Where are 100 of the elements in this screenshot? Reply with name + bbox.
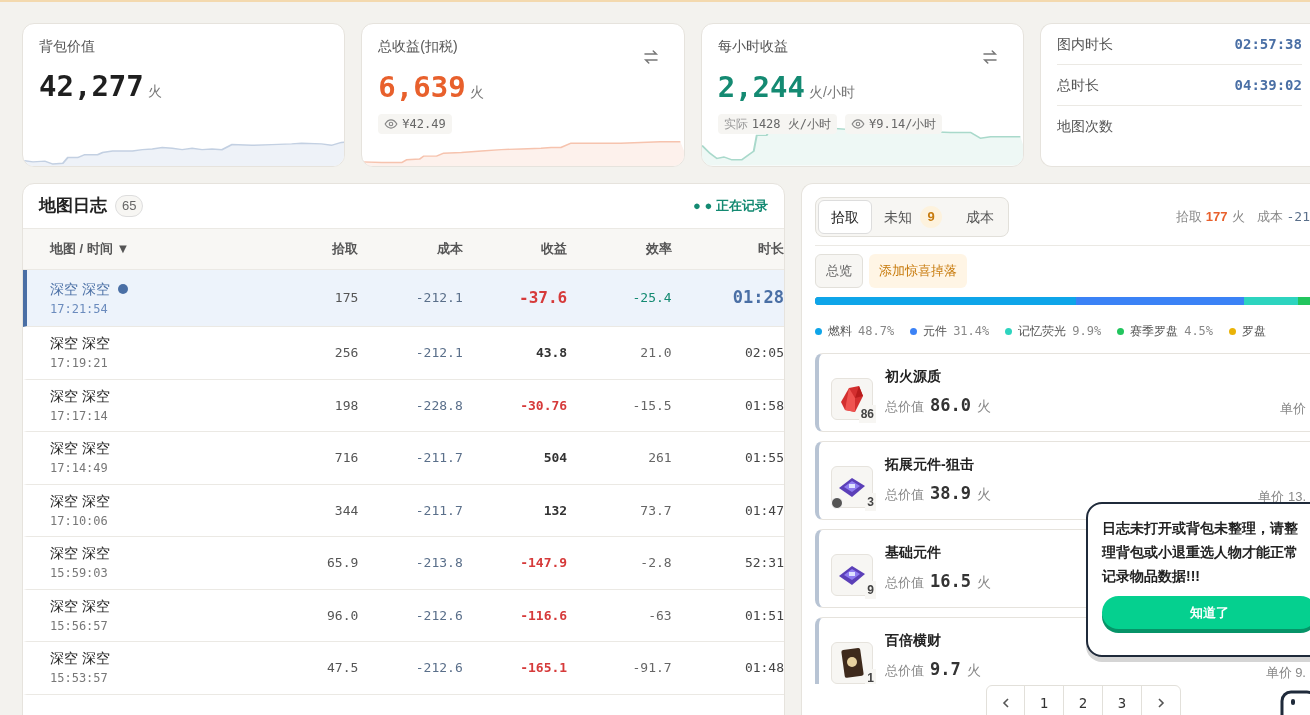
legend-label: 记忆荧光 [1018, 323, 1067, 340]
table-cell-text: 65.9 [326, 554, 359, 572]
unit-label: 火 [147, 82, 162, 101]
map-name: 深空 深空 [50, 386, 110, 406]
log-row[interactable]: 深空 深空 17:21:54 175 -212.1 -37.6 -25.4 01:28 [23, 270, 784, 327]
map-name: 深空 深空 [50, 334, 110, 354]
chip-text: ¥9.14/小时 [869, 115, 937, 133]
table-cell-text: 504 [542, 449, 568, 467]
swap-icon[interactable] [641, 48, 660, 66]
count-badge: 9 [865, 580, 876, 599]
recording-status: ● ● 正在记录 [693, 197, 768, 216]
card-title: 每小时收益 [717, 37, 788, 56]
card-title: 总收益(扣税) [378, 37, 458, 56]
table-cell-text: 01:55 [743, 449, 784, 467]
legend-share: 48.7% [858, 323, 895, 340]
total-label: 总价值 [885, 398, 924, 417]
card-value: 6,639 [378, 69, 466, 106]
unit-price: 单价 [1280, 399, 1306, 418]
table-cell-text: 02:05 [743, 344, 784, 362]
legend-label: 燃料 [828, 323, 852, 340]
swap-icon[interactable] [981, 48, 999, 66]
column-header[interactable]: 地图 / 时间 ▼ [50, 239, 279, 259]
table-cell-text: -116.6 [519, 606, 568, 625]
map-name: 深空 深空 [50, 439, 110, 459]
column-header[interactable]: 时长 [671, 239, 784, 259]
item-name: 初火源质 [885, 367, 941, 387]
summary-label: 拾取 [1175, 208, 1202, 227]
item-card[interactable]: 86 初火源质 总价值 86.0 火 单价 [815, 353, 1310, 432]
log-row[interactable]: 深空 深空 15:56:57 96.0 -212.6 -116.6 -63 01:51 [23, 589, 784, 642]
map-time: 17:10:06 [50, 512, 109, 530]
stat-label: 图内时长 [1057, 34, 1113, 54]
table-cell-text: 43.8 [534, 344, 568, 362]
chip-label: 实际 [723, 115, 748, 133]
page-button[interactable]: 1 [1025, 686, 1064, 715]
unit-price: 单价 9. [1265, 663, 1306, 682]
table-cell-text: -212.6 [414, 606, 463, 625]
column-header[interactable]: 拾取 [278, 239, 359, 259]
log-row[interactable]: 深空 深空 17:10:06 344 -211.7 132 73.7 01:47 [23, 484, 784, 537]
table-cell-text: -37.6 [518, 287, 568, 309]
unit-label: 火 [1231, 208, 1245, 227]
total-label: 总价值 [885, 662, 924, 681]
total-value: 16.5 [930, 570, 971, 594]
log-row[interactable]: 深空 深空 17:19:21 256 -212.1 43.8 21.0 02:05 [23, 327, 784, 380]
table-cell-text: 175 [333, 289, 359, 308]
tab[interactable]: 未知 9 [872, 200, 954, 234]
map-name: 深空 深空 [50, 649, 110, 669]
table-cell-text: 261 [647, 449, 672, 467]
stat-value: 04:39:02 [1234, 75, 1302, 95]
column-header[interactable]: 效率 [567, 239, 672, 259]
log-row[interactable]: 深空 深空 17:17:14 198 -228.8 -30.76 -15.5 01:58 [23, 379, 784, 432]
summary-value: -21 [1286, 208, 1310, 227]
table-cell-text: -91.7 [631, 659, 672, 677]
stat-label: 地图次数 [1057, 117, 1113, 136]
page-button[interactable]: 3 [1103, 686, 1142, 715]
page-button[interactable]: 2 [1064, 686, 1103, 715]
map-time: 17:17:14 [50, 407, 109, 425]
table-cell-text: 47.5 [326, 659, 359, 677]
column-header[interactable]: 收益 [462, 239, 568, 259]
count-badge: 86 [858, 404, 876, 423]
robot-icon[interactable] [1280, 690, 1310, 715]
map-name: 深空 深空 [50, 491, 110, 511]
map-time: 17:21:54 [50, 300, 109, 318]
table-cell-text: -211.7 [414, 501, 463, 520]
chip-text: 1428 火/小时 [751, 115, 831, 133]
stat-label: 总时长 [1057, 75, 1099, 95]
legend-share: 9.9% [1072, 323, 1102, 340]
table-cell-text: 52:31 [743, 554, 784, 572]
unit-label: 火 [976, 397, 991, 417]
log-row[interactable]: 深空 深空 15:59:03 65.9 -213.8 -147.9 -2.8 52:31 [23, 537, 784, 590]
table-cell-text: -147.9 [519, 554, 568, 572]
table-cell-text: -30.76 [519, 396, 568, 415]
card-value: 42,277 [39, 68, 144, 105]
map-time: 17:19:21 [50, 355, 109, 373]
total-value: 86.0 [930, 394, 971, 418]
table-cell-text: 01:28 [731, 286, 784, 310]
card-title: 背包价值 [39, 37, 95, 56]
tab[interactable]: 成本 [954, 200, 1006, 234]
table-cell-text: 716 [333, 449, 359, 467]
total-label: 总价值 [885, 574, 924, 593]
legend-label: 罗盘 [1242, 323, 1267, 340]
log-row[interactable]: 深空 深空 15:53:57 47.5 -212.6 -165.1 -91.7 01:48 [23, 642, 784, 695]
column-header[interactable]: 成本 [358, 239, 463, 259]
legend-label: 元件 [923, 323, 948, 340]
count-badge: 9 [920, 206, 942, 228]
total-value: 9.7 [930, 658, 961, 682]
table-cell-text: -63 [647, 606, 672, 625]
filter-button[interactable]: 总览 [815, 254, 863, 288]
count-badge: 65 [115, 195, 144, 217]
tab[interactable]: 拾取 [818, 200, 872, 234]
table-cell-text: -228.8 [414, 396, 463, 415]
table-cell-text: -212.1 [414, 344, 463, 362]
map-time: 17:14:49 [50, 460, 109, 478]
stat-value: 02:57:38 [1234, 34, 1302, 54]
card-value: 2,244 [717, 69, 805, 106]
table-cell-text: -212.1 [414, 289, 463, 308]
log-row[interactable]: 深空 深空 17:14:49 716 -211.7 504 261 01:55 [23, 432, 784, 485]
unit-price: 单价 13. [1258, 487, 1306, 506]
unit-label: 火 [976, 573, 991, 593]
map-name: 深空 深空 [50, 544, 110, 564]
table-cell-text: 198 [333, 396, 359, 415]
